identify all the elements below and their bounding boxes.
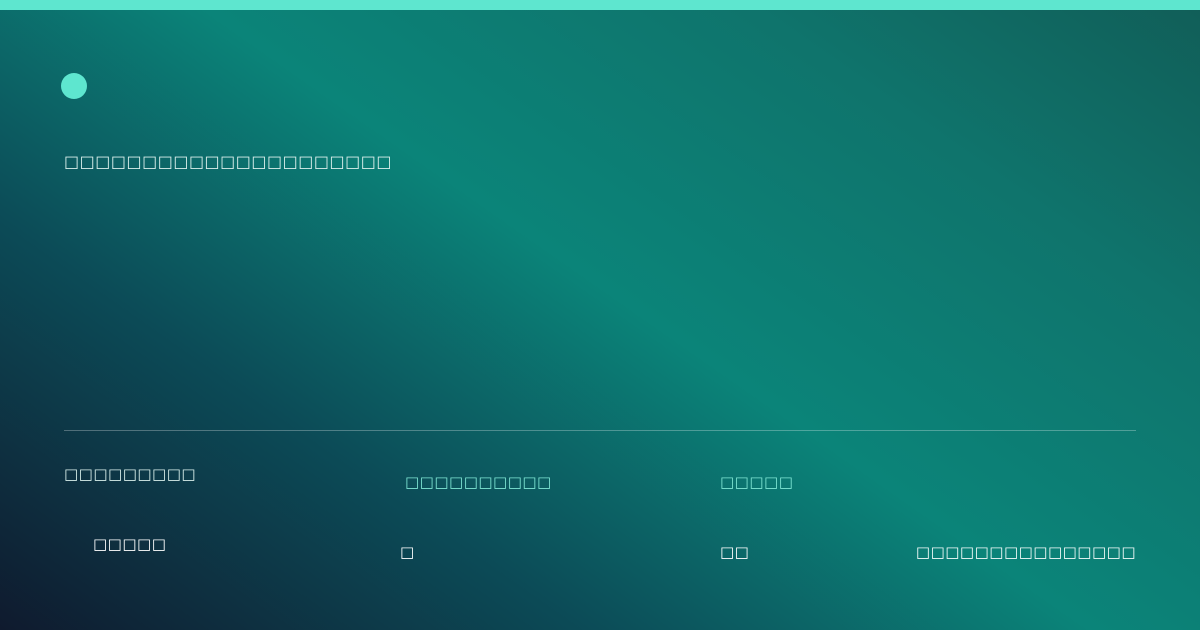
section-divider — [64, 430, 1136, 431]
stat-label-2: □□□□□□□□□□ — [405, 473, 552, 491]
stat-value-3: □□ — [720, 543, 750, 561]
logo-dot-icon — [61, 73, 87, 99]
stat-value-2: □ — [400, 543, 415, 561]
card-subtitle: □□□□□□□□□□□□□□□□□□□□□ — [64, 152, 392, 171]
footer-note: □□□□□□□□□□□□□□□ — [915, 543, 1136, 561]
stat-value-1: □□□□□ — [93, 535, 167, 553]
stat-label-1: □□□□□□□□□ — [64, 465, 197, 483]
top-accent-bar — [0, 0, 1200, 10]
stat-label-3: □□□□□ — [720, 473, 794, 491]
